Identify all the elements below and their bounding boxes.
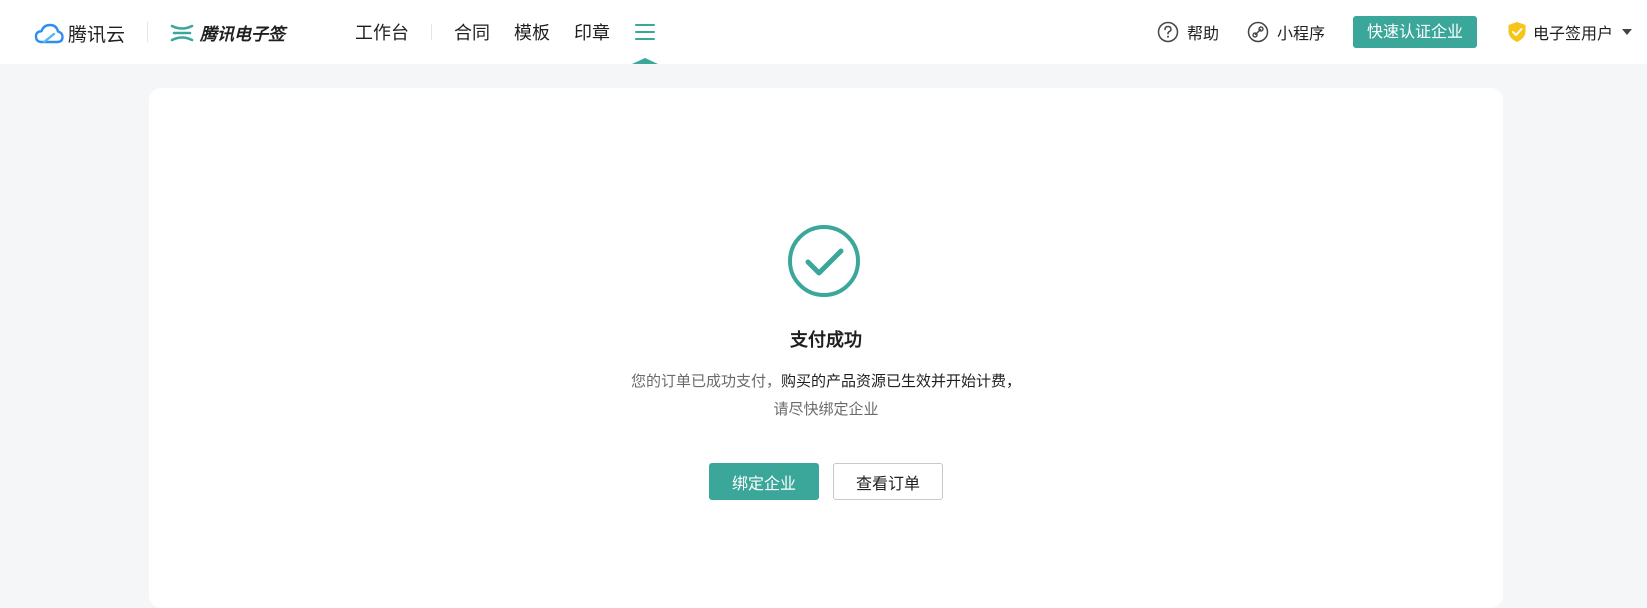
nav-separator	[431, 24, 432, 40]
result-message-part2: 购买的产品资源已生效并开始计费，	[781, 372, 1022, 390]
result-message-part1: 您的订单已成功支付，	[630, 372, 781, 390]
result-message-line2: 请尽快绑定企业	[773, 400, 879, 418]
nav-template[interactable]: 模板	[514, 19, 550, 45]
nav-workbench[interactable]: 工作台	[355, 19, 409, 45]
bind-enterprise-button[interactable]: 绑定企业	[709, 463, 819, 500]
quick-certify-button[interactable]: 快速认证企业	[1352, 16, 1477, 48]
result-actions: 绑定企业 查看订单	[149, 463, 1503, 500]
tencent-cloud-logo[interactable]: 腾讯云	[34, 20, 125, 47]
view-order-button[interactable]: 查看订单	[833, 463, 943, 500]
shield-check-icon	[1508, 22, 1526, 42]
top-header: 腾讯云 腾讯电子签 工作台 合同 模板 印章 帮助 小程序 快速认证企业 电子签…	[0, 0, 1647, 64]
esign-logo[interactable]: 腾讯电子签	[170, 20, 285, 45]
user-menu[interactable]: 电子签用户	[1507, 20, 1633, 44]
nav-seal[interactable]: 印章	[574, 19, 610, 45]
esign-brand-text: 腾讯电子签	[200, 25, 285, 45]
help-label: 帮助	[1186, 24, 1219, 43]
active-menu-indicator	[632, 58, 658, 64]
miniapp-label: 小程序	[1276, 24, 1325, 43]
result-message: 您的订单已成功支付，购买的产品资源已生效并开始计费，	[149, 370, 1503, 391]
hamburger-menu-icon	[635, 24, 655, 40]
nav-contract[interactable]: 合同	[454, 19, 490, 45]
header-right: 帮助 小程序 快速认证企业 电子签用户	[1157, 0, 1647, 64]
tencent-cloud-brand-text: 腾讯云	[68, 24, 126, 46]
caret-down-icon	[1622, 29, 1632, 35]
miniapp-link[interactable]: 小程序	[1247, 20, 1325, 44]
user-name: 电子签用户	[1532, 24, 1613, 43]
link-circle-icon	[1247, 21, 1269, 43]
brand-divider	[147, 22, 148, 42]
main-nav: 工作台 合同 模板 印章	[355, 0, 658, 64]
tencent-cloud-logo-icon	[34, 23, 64, 43]
payment-result-card: 支付成功 您的订单已成功支付，购买的产品资源已生效并开始计费， 请尽快绑定企业 …	[149, 88, 1503, 608]
result-title: 支付成功	[790, 330, 862, 351]
nav-menu-button[interactable]	[632, 0, 658, 64]
check-circle-icon	[788, 225, 860, 297]
help-link[interactable]: 帮助	[1157, 20, 1219, 44]
question-circle-icon	[1157, 21, 1179, 43]
esign-logo-icon	[170, 24, 194, 41]
